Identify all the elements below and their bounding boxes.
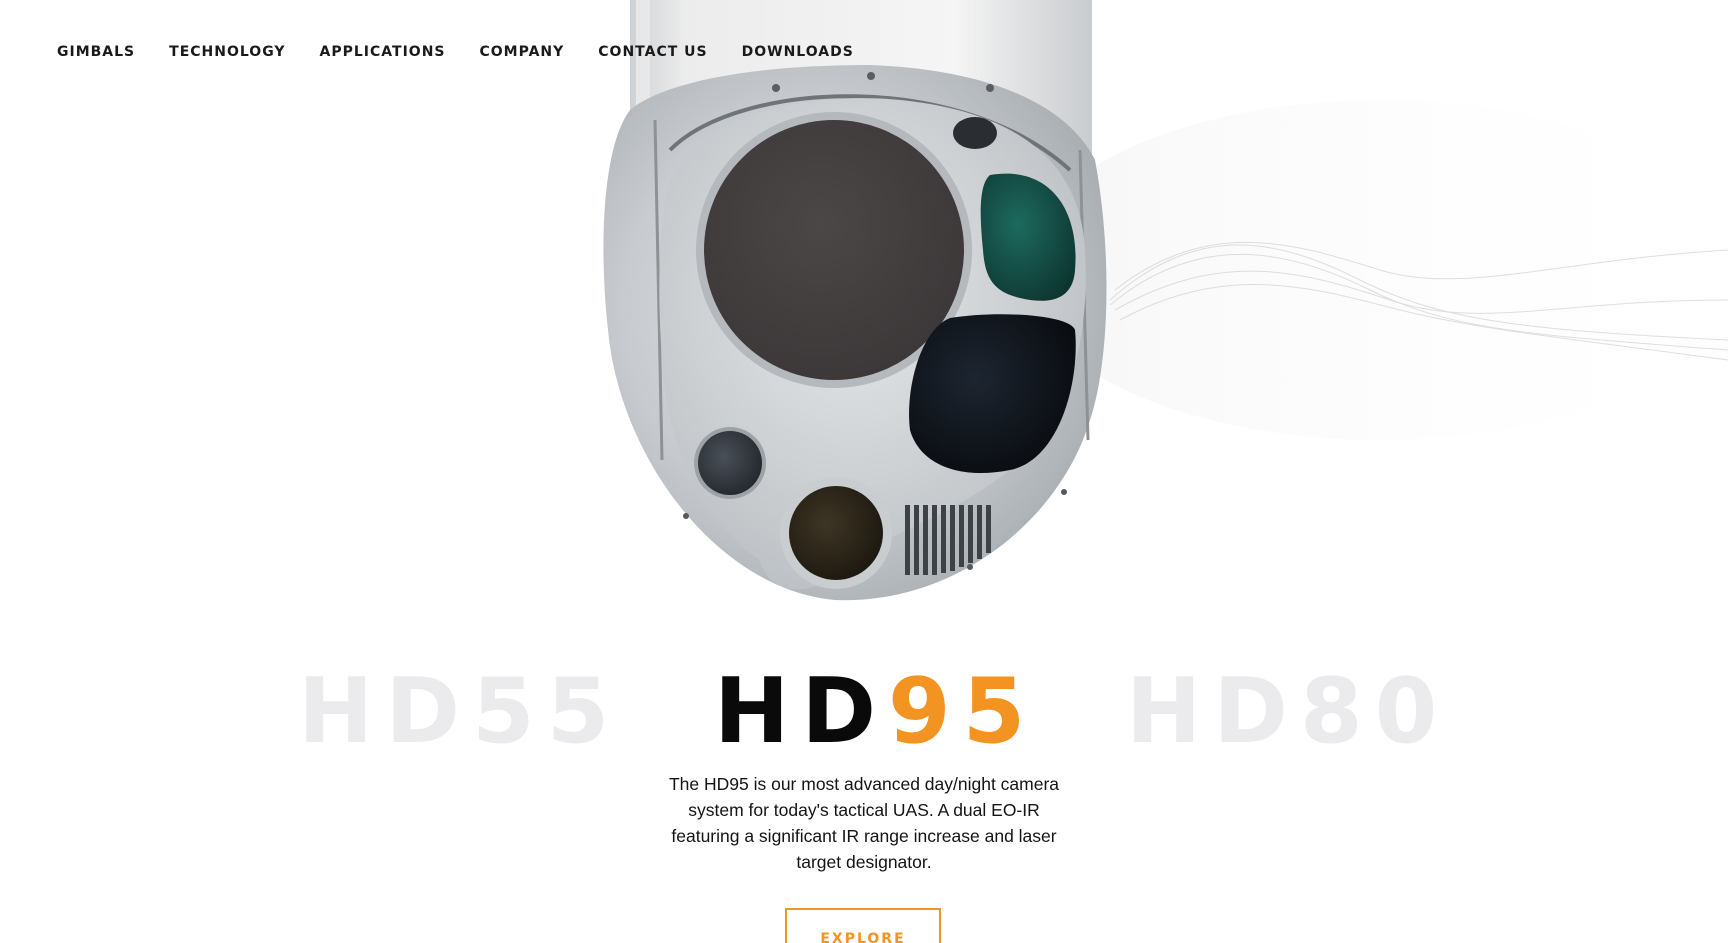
nav-item-contact-us[interactable]: CONTACT US xyxy=(598,44,707,60)
nav-item-downloads[interactable]: DOWNLOADS xyxy=(742,44,854,60)
model-current-prefix: HD xyxy=(714,659,889,764)
model-next-hd80[interactable]: HD80 xyxy=(1126,664,1449,760)
nav-item-company[interactable]: COMPANY xyxy=(480,44,565,60)
model-current-suffix: 95 xyxy=(888,659,1038,764)
product-description: The HD95 is our most advanced day/night … xyxy=(668,774,1060,872)
model-current-hd95: HD95 xyxy=(714,664,1037,760)
main-nav: GIMBALS TECHNOLOGY APPLICATIONS COMPANY … xyxy=(57,44,854,60)
model-prev-hd55[interactable]: HD55 xyxy=(298,664,621,760)
nav-item-applications[interactable]: APPLICATIONS xyxy=(320,44,446,60)
page: GIMBALS TECHNOLOGY APPLICATIONS COMPANY … xyxy=(0,0,1728,943)
nav-item-technology[interactable]: TECHNOLOGY xyxy=(169,44,285,60)
gimbal-product-image xyxy=(603,0,1728,601)
explore-button[interactable]: EXPLORE xyxy=(785,908,941,943)
nav-item-gimbals[interactable]: GIMBALS xyxy=(57,44,135,60)
